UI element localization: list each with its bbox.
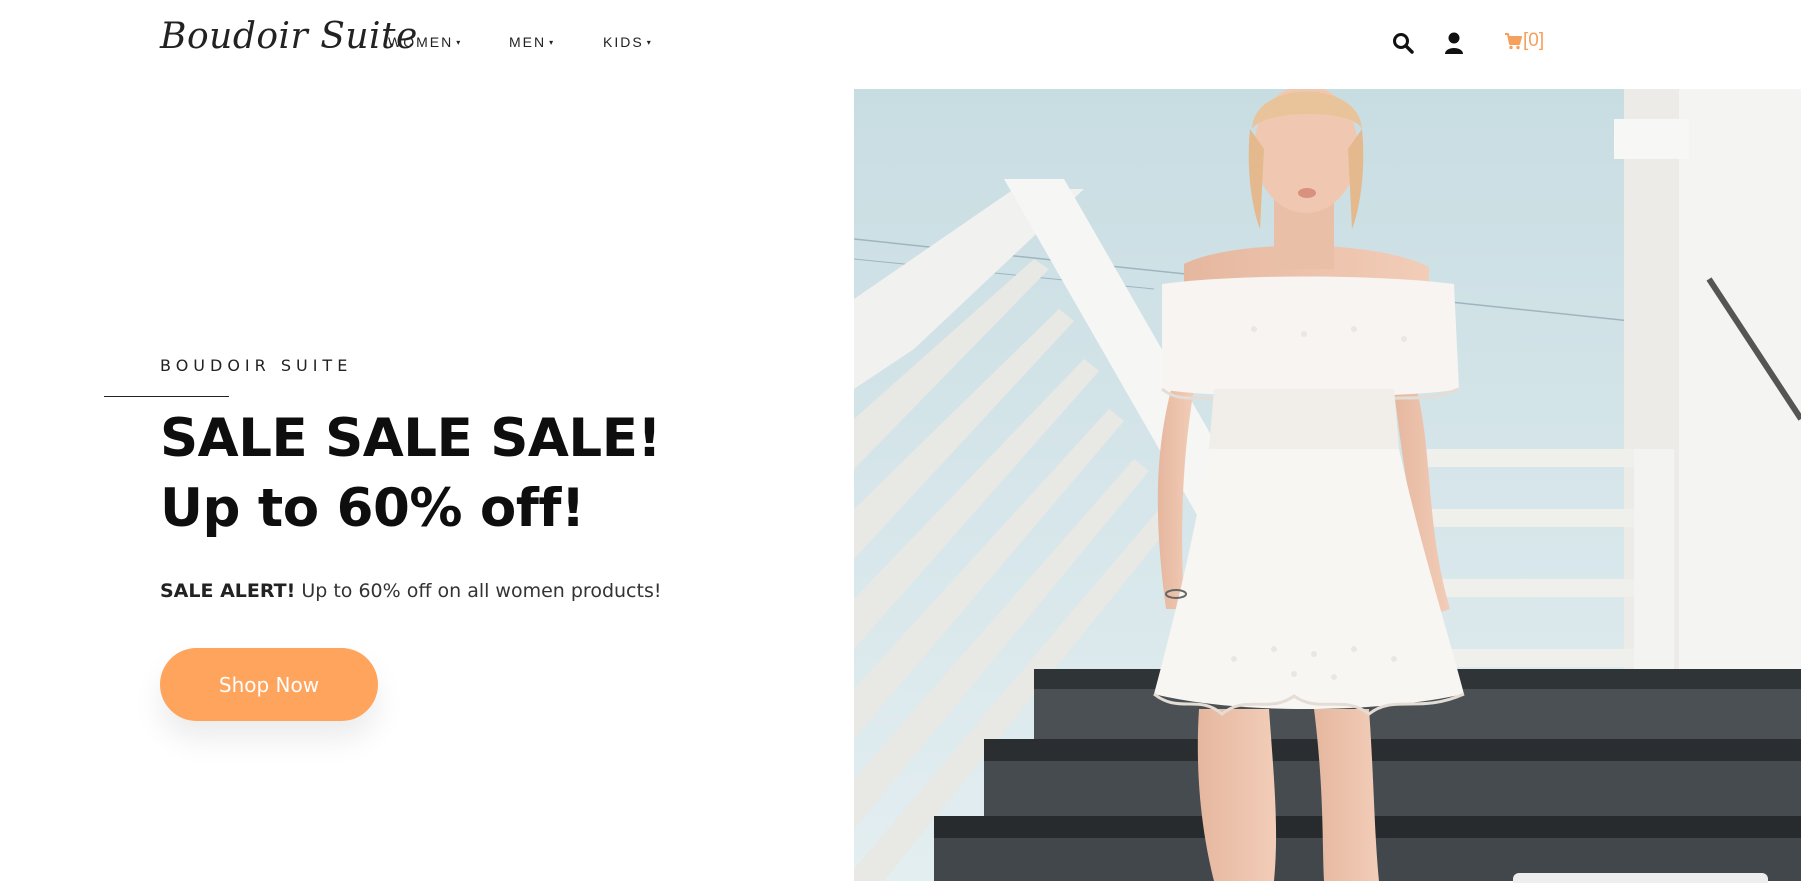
cart-count: [0] (1523, 30, 1545, 51)
hero-eyebrow: BOUDOIR SUITE (160, 356, 353, 375)
headline-line-1: SALE SALE SALE! (160, 408, 662, 469)
headline-line-2: Up to 60% off! (160, 478, 585, 539)
nav-item-women[interactable]: WOMEN ▾ (388, 34, 460, 50)
caret-down-icon: ▾ (646, 37, 651, 47)
floating-widget-tab[interactable] (1513, 873, 1768, 883)
caret-down-icon: ▾ (549, 37, 554, 47)
caret-down-icon: ▾ (456, 37, 461, 47)
nav-item-label: WOMEN (388, 34, 454, 50)
nav-item-kids[interactable]: KIDS ▾ (603, 34, 651, 50)
search-icon[interactable] (1392, 32, 1414, 59)
nav-item-label: MEN (509, 34, 547, 50)
site-header: Boudoir Suite WOMEN ▾ MEN ▾ KIDS ▾ [0] (0, 0, 1801, 88)
eyebrow-divider (104, 396, 229, 397)
user-icon[interactable] (1444, 32, 1464, 59)
site-logo[interactable]: Boudoir Suite (160, 16, 418, 57)
cart-button[interactable]: [0] (1504, 30, 1544, 52)
shop-now-button[interactable]: Shop Now (160, 648, 378, 721)
hero-image (854, 89, 1801, 881)
sale-alert-text: Up to 60% off on all women products! (295, 580, 662, 602)
nav-item-label: KIDS (603, 34, 644, 50)
sale-alert-label: SALE ALERT! (160, 580, 296, 602)
hero-subtext: SALE ALERT! Up to 60% off on all women p… (160, 580, 661, 602)
cart-icon (1505, 33, 1522, 50)
hero-headline: SALE SALE SALE! Up to 60% off! (160, 404, 662, 544)
nav-item-men[interactable]: MEN ▾ (509, 34, 553, 50)
